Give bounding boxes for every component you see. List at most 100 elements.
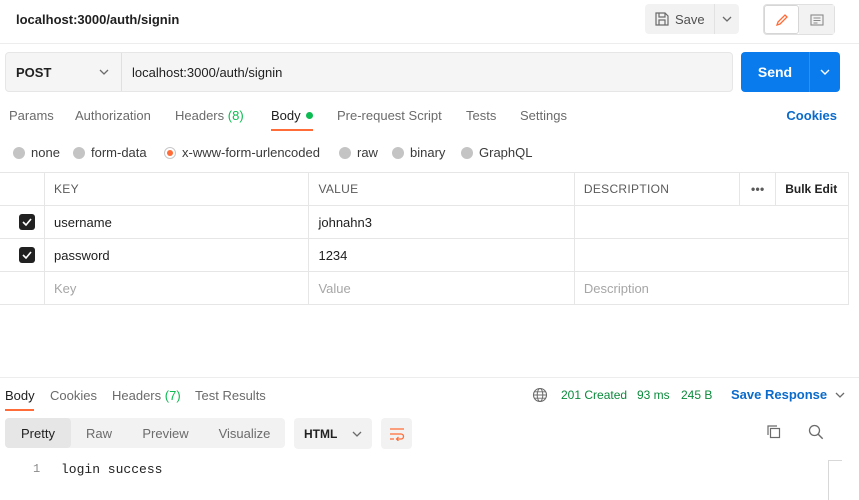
radio-raw[interactable]: raw [339, 145, 378, 160]
radio-circle-selected [164, 146, 176, 159]
tab-pre-request-script[interactable]: Pre-request Script [337, 108, 442, 123]
response-tab-headers[interactable]: Headers (7) [112, 388, 181, 403]
save-options-button[interactable] [714, 4, 739, 34]
new-row-check [0, 271, 45, 305]
save-button[interactable]: Save [645, 4, 714, 34]
chevron-down-icon [820, 69, 830, 75]
search-icon[interactable] [808, 424, 824, 440]
save-response-label: Save Response [731, 387, 828, 402]
response-status[interactable]: 201 Created [561, 388, 627, 402]
radio-label: binary [410, 145, 446, 160]
radio-circle [73, 146, 85, 159]
tab-tests[interactable]: Tests [466, 108, 496, 123]
radio-label: x-www-form-urlencoded [182, 145, 320, 160]
body-active-dot [305, 112, 313, 119]
tab-headers-label: Headers [175, 108, 225, 123]
view-raw[interactable]: Raw [71, 418, 127, 448]
radio-form-data[interactable]: form-data [73, 145, 147, 160]
checkmark-icon [22, 218, 32, 226]
document-icon [809, 13, 824, 26]
row-checkbox[interactable] [19, 214, 35, 230]
chevron-down-icon [99, 69, 109, 75]
response-time[interactable]: 93 ms [637, 388, 670, 402]
url-input[interactable] [122, 53, 732, 91]
radio-label: none [31, 145, 60, 160]
pencil-icon [775, 13, 788, 26]
tab-body-label: Body [271, 108, 301, 123]
url-bar: POST [5, 52, 733, 92]
row-key[interactable]: username [43, 205, 310, 239]
send-button-group: Send [741, 52, 840, 92]
params-table: KEY VALUE DESCRIPTION ••• Bulk Edit user… [0, 172, 850, 305]
send-options-button[interactable] [809, 52, 840, 92]
tab-body[interactable]: Body [271, 108, 313, 123]
tab-headers[interactable]: Headers (8) [175, 108, 244, 123]
save-label: Save [675, 11, 705, 27]
radio-circle [461, 146, 473, 159]
cookies-link[interactable]: Cookies [786, 108, 837, 123]
wrap-lines-icon [389, 427, 404, 441]
checkmark-icon [22, 251, 32, 259]
row-description[interactable] [573, 238, 850, 272]
response-tab-cookies[interactable]: Cookies [50, 388, 97, 403]
request-tabs: Params Authorization Headers (8) Body Pr… [0, 106, 859, 132]
table-header-check [0, 172, 45, 206]
radio-circle [339, 146, 351, 159]
tab-authorization[interactable]: Authorization [75, 108, 151, 123]
request-title[interactable]: localhost:3000/auth/signin [16, 12, 179, 27]
format-select[interactable]: HTML [294, 418, 372, 449]
response-body[interactable]: 1 login success [0, 460, 828, 500]
tab-params[interactable]: Params [9, 108, 54, 123]
new-key-input[interactable]: Key [43, 271, 310, 305]
radio-label: GraphQL [479, 145, 533, 160]
chevron-down-icon [835, 392, 845, 398]
new-description-input[interactable]: Description [573, 271, 850, 305]
response-tabs: Body Cookies Headers (7) Test Results 20… [0, 377, 859, 411]
bulk-edit-button[interactable]: Bulk Edit [775, 172, 849, 206]
save-icon [655, 12, 669, 26]
row-value[interactable]: 1234 [308, 238, 575, 272]
chevron-down-icon [722, 16, 732, 22]
tab-settings[interactable]: Settings [520, 108, 567, 123]
radio-graphql[interactable]: GraphQL [461, 145, 532, 160]
view-mode-toggle [763, 4, 835, 35]
row-description[interactable] [573, 205, 850, 239]
response-active-underline [5, 409, 34, 411]
more-options-button[interactable]: ••• [739, 172, 777, 206]
view-preview[interactable]: Preview [127, 418, 204, 448]
row-checkbox[interactable] [19, 247, 35, 263]
body-type-radios: none form-data x-www-form-urlencoded raw… [0, 143, 859, 163]
code-line: login success [61, 462, 163, 477]
response-headers-count: (7) [164, 388, 181, 403]
response-scrollbar[interactable] [828, 460, 842, 500]
row-value[interactable]: johnahn3 [308, 205, 575, 239]
globe-icon[interactable] [532, 387, 548, 403]
radio-x-www-form-urlencoded[interactable]: x-www-form-urlencoded [164, 145, 320, 160]
radio-binary[interactable]: binary [392, 145, 445, 160]
radio-label: raw [357, 145, 378, 160]
send-button[interactable]: Send [741, 52, 809, 92]
docs-mode-button[interactable] [799, 5, 834, 34]
radio-none[interactable]: none [13, 145, 60, 160]
response-tab-test-results[interactable]: Test Results [195, 388, 266, 403]
table-row: username johnahn3 [0, 205, 850, 239]
wrap-lines-button[interactable] [381, 418, 412, 449]
table-header-row: KEY VALUE DESCRIPTION ••• Bulk Edit [0, 172, 849, 206]
response-headers-label: Headers [112, 388, 162, 403]
view-pretty[interactable]: Pretty [5, 418, 71, 448]
response-size[interactable]: 245 B [681, 388, 712, 402]
copy-icon[interactable] [766, 424, 782, 440]
save-response-button[interactable]: Save Response [731, 387, 845, 402]
active-tab-underline [271, 129, 313, 131]
method-select[interactable]: POST [6, 53, 122, 91]
view-visualize[interactable]: Visualize [204, 418, 285, 448]
chevron-down-icon [352, 431, 362, 437]
row-key[interactable]: password [43, 238, 310, 272]
format-label: HTML [304, 426, 338, 441]
request-header: localhost:3000/auth/signin Save [0, 0, 859, 44]
edit-mode-button[interactable] [764, 5, 799, 34]
response-view-selector: Pretty Raw Preview Visualize [5, 418, 285, 448]
response-tab-body[interactable]: Body [5, 388, 35, 403]
column-key: KEY [43, 172, 310, 206]
new-value-input[interactable]: Value [308, 271, 575, 305]
